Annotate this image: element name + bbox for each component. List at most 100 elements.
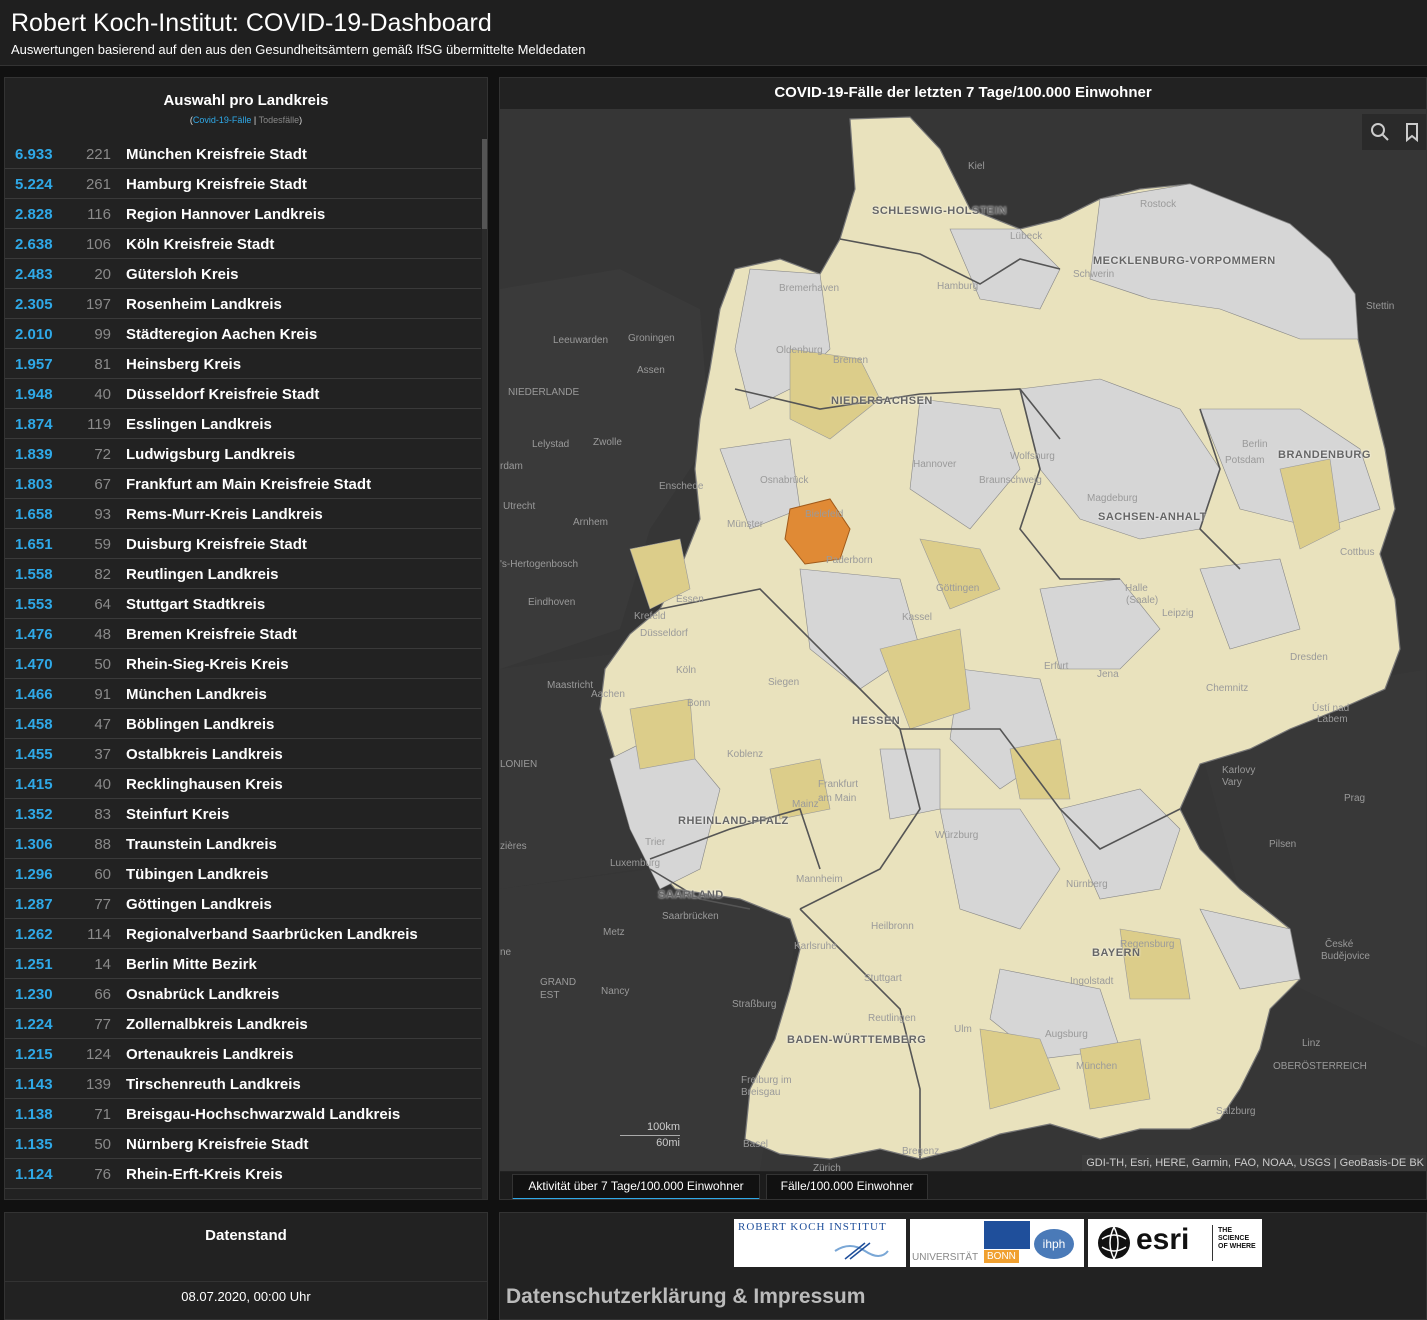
city-label: Utrecht: [503, 501, 536, 512]
tab-cases-per-100k[interactable]: Fälle/100.000 Einwohner: [766, 1174, 928, 1199]
district-row[interactable]: 1.287 77 Göttingen Landkreis: [5, 889, 481, 919]
district-row[interactable]: 1.251 14 Berlin Mitte Bezirk: [5, 949, 481, 979]
district-row[interactable]: 1.230 66 Osnabrück Landkreis: [5, 979, 481, 1009]
uni-logo-bonn: BONN: [984, 1250, 1019, 1263]
list-scrollbar[interactable]: [482, 139, 487, 1199]
district-row[interactable]: 2.010 99 Städteregion Aachen Kreis: [5, 319, 481, 349]
district-row[interactable]: 1.455 37 Ostalbkreis Landkreis: [5, 739, 481, 769]
district-row[interactable]: 1.874 119 Esslingen Landkreis: [5, 409, 481, 439]
city-label: Mannheim: [796, 874, 843, 885]
esri-tagline: THE SCIENCE OF WHERE: [1218, 1227, 1256, 1250]
city-label: Schwerin: [1073, 269, 1115, 280]
city-label: Hannover: [913, 459, 957, 470]
district-row[interactable]: 1.470 50 Rhein-Sieg-Kreis Kreis: [5, 649, 481, 679]
district-name: Berlin Mitte Bezirk: [126, 956, 257, 973]
district-cases: 1.415: [15, 776, 53, 793]
city-label: Chemnitz: [1206, 683, 1249, 694]
district-row[interactable]: 1.124 76 Rhein-Erft-Kreis Kreis: [5, 1159, 481, 1189]
district-row[interactable]: 2.305 197 Rosenheim Landkreis: [5, 289, 481, 319]
scale-km: 100km: [646, 1121, 680, 1133]
district-row[interactable]: 1.415 40 Recklinghausen Kreis: [5, 769, 481, 799]
district-row[interactable]: 2.638 106 Köln Kreisfreie Stadt: [5, 229, 481, 259]
district-row[interactable]: 1.215 124 Ortenaukreis Landkreis: [5, 1039, 481, 1069]
district-name: Tirschenreuth Landkreis: [126, 1076, 301, 1093]
district-cases: 1.466: [15, 686, 53, 703]
data-date-panel: Datenstand 08.07.2020, 00:00 Uhr: [4, 1212, 488, 1320]
district-deaths: 81: [94, 356, 111, 373]
uni-bonn-logo[interactable]: UNIVERSITÄT BONN ihph: [910, 1219, 1084, 1267]
district-name: München Kreisfreie Stadt: [126, 146, 307, 163]
district-cases: 1.224: [15, 1016, 53, 1033]
district-row[interactable]: 1.458 47 Böblingen Landkreis: [5, 709, 481, 739]
district-name: Göttingen Landkreis: [126, 896, 272, 913]
district-row[interactable]: 1.476 48 Bremen Kreisfreie Stadt: [5, 619, 481, 649]
district-name: Frankfurt am Main Kreisfreie Stadt: [126, 476, 372, 493]
bookmark-icon[interactable]: [1400, 120, 1424, 144]
rki-logo[interactable]: ROBERT KOCH INSTITUT: [734, 1219, 906, 1267]
district-row[interactable]: 1.466 91 München Landkreis: [5, 679, 481, 709]
district-row[interactable]: 1.803 67 Frankfurt am Main Kreisfreie Stad…: [5, 469, 481, 499]
city-label: Ulm: [954, 1024, 972, 1035]
district-row[interactable]: 1.553 64 Stuttgart Stadtkreis: [5, 589, 481, 619]
district-row[interactable]: 5.224 261 Hamburg Kreisfreie Stadt: [5, 169, 481, 199]
dashboard-title: Robert Koch-Institut: COVID-19-Dashboard: [11, 9, 492, 37]
map-attribution[interactable]: GDI-TH, Esri, HERE, Garmin, FAO, NOAA, U…: [1082, 1155, 1426, 1171]
map-scale-bar: 100km 60mi: [620, 1121, 680, 1151]
legend-cases: Covid-19-Fälle: [192, 115, 252, 125]
district-row[interactable]: 1.352 83 Steinfurt Kreis: [5, 799, 481, 829]
district-row[interactable]: 1.658 93 Rems-Murr-Kreis Landkreis: [5, 499, 481, 529]
district-row[interactable]: 6.933 221 München Kreisfreie Stadt: [5, 139, 481, 169]
district-row[interactable]: 1.651 59 Duisburg Kreisfreie Stadt: [5, 529, 481, 559]
city-label: Magdeburg: [1087, 493, 1138, 504]
district-name: Stuttgart Stadtkreis: [126, 596, 266, 613]
map-panel: COVID-19-Fälle der letzten 7 Tage/100.00…: [499, 77, 1427, 1200]
city-label: Lelystad: [532, 439, 570, 450]
map-view[interactable]: SCHLESWIG-HOLSTEIN MECKLENBURG-VORPOMMERN…: [500, 109, 1426, 1171]
district-cases: 1.455: [15, 746, 53, 763]
district-row[interactable]: 1.306 88 Traunstein Landkreis: [5, 829, 481, 859]
district-name: Rhein-Sieg-Kreis Kreis: [126, 656, 289, 673]
district-list-panel: Auswahl pro Landkreis (Covid-19-Fälle | …: [4, 77, 488, 1200]
district-name: Region Hannover Landkreis: [126, 206, 326, 223]
district-name: Tübingen Landkreis: [126, 866, 269, 883]
district-cases: 5.224: [15, 176, 53, 193]
city-label: Maastricht: [547, 680, 594, 691]
search-icon[interactable]: [1368, 120, 1392, 144]
district-row[interactable]: 1.839 72 Ludwigsburg Landkreis: [5, 439, 481, 469]
district-row[interactable]: 1.957 81 Heinsberg Kreis: [5, 349, 481, 379]
district-name: Köln Kreisfreie Stadt: [126, 236, 275, 253]
district-cases: 1.230: [15, 986, 53, 1003]
district-row[interactable]: 1.296 60 Tübingen Landkreis: [5, 859, 481, 889]
city-label: EST: [540, 990, 560, 1001]
district-deaths: 93: [94, 506, 111, 523]
district-row[interactable]: 1.138 71 Breisgau-Hochschwarzwald Landkrei…: [5, 1099, 481, 1129]
district-row[interactable]: 2.483 20 Gütersloh Kreis: [5, 259, 481, 289]
tab-activity-7-days[interactable]: Aktivität über 7 Tage/100.000 Einwohner: [512, 1174, 760, 1199]
district-deaths: 88: [94, 836, 111, 853]
district-deaths: 50: [94, 1136, 111, 1153]
city-label: Linz: [1302, 1038, 1321, 1049]
city-label: Vary: [1222, 777, 1242, 788]
district-row[interactable]: 1.948 40 Düsseldorf Kreisfreie Stadt: [5, 379, 481, 409]
city-label: Reutlingen: [868, 1013, 916, 1024]
district-deaths: 77: [94, 896, 111, 913]
district-name: Böblingen Landkreis: [126, 716, 275, 733]
district-row[interactable]: 1.262 114 Regionalverband Saarbrücken Land…: [5, 919, 481, 949]
city-label: Osnabrück: [760, 475, 809, 486]
district-list: 6.933 221 München Kreisfreie Stadt 5.224 261…: [5, 139, 481, 1189]
city-label: Erfurt: [1044, 661, 1069, 672]
district-row[interactable]: 1.224 77 Zollernalbkreis Landkreis: [5, 1009, 481, 1039]
district-cases: 1.251: [15, 956, 53, 973]
district-deaths: 60: [94, 866, 111, 883]
district-row[interactable]: 1.143 139 Tirschenreuth Landkreis: [5, 1069, 481, 1099]
district-row[interactable]: 1.558 82 Reutlingen Landkreis: [5, 559, 481, 589]
district-name: München Landkreis: [126, 686, 267, 703]
imprint-link[interactable]: Datenschutzerklärung & Impressum: [506, 1285, 865, 1309]
city-label: Düsseldorf: [640, 628, 688, 639]
district-cases: 1.287: [15, 896, 53, 913]
esri-logo[interactable]: esri THE SCIENCE OF WHERE: [1088, 1219, 1262, 1267]
list-scrollbar-thumb[interactable]: [482, 139, 487, 229]
district-row[interactable]: 1.135 50 Nürnberg Kreisfreie Stadt: [5, 1129, 481, 1159]
dashboard-subtitle: Auswertungen basierend auf den aus den G…: [11, 42, 586, 57]
district-row[interactable]: 2.828 116 Region Hannover Landkreis: [5, 199, 481, 229]
